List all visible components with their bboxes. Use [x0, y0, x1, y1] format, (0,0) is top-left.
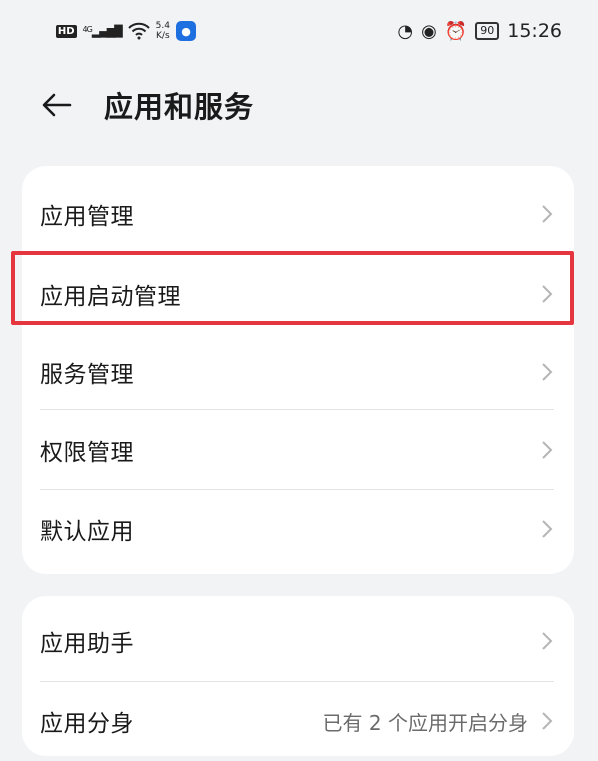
settings-group-assist: 应用助手 应用分身 已有 2 个应用开启分身: [22, 596, 574, 756]
wifi-icon: [127, 22, 150, 40]
back-arrow-icon[interactable]: [40, 88, 74, 122]
settings-group-apps: 应用管理 应用启动管理 服务管理 权限管理 默认应用: [22, 166, 574, 574]
highlight-box: [11, 251, 574, 325]
status-bar: HD 4G▂▄▆█ 5.4 K/s ● ◔ ◉ ⏰ 90 15:26: [55, 18, 562, 44]
status-left-icons: HD 4G▂▄▆█ 5.4 K/s ●: [55, 18, 196, 44]
app-notification-icon: ●: [176, 21, 196, 41]
menu-item-right: 已有 2 个应用开启分身: [323, 707, 554, 736]
menu-item-label: 应用助手: [40, 631, 134, 657]
chevron-right-icon: [542, 520, 553, 538]
menu-item-label: 应用管理: [40, 204, 134, 230]
status-right-icons: ◔ ◉ ⏰ 90 15:26: [397, 18, 562, 44]
menu-item-app-assistant[interactable]: 应用助手: [40, 601, 554, 681]
speed-value: 5.4: [155, 21, 170, 31]
menu-item-label: 应用分身: [40, 711, 134, 737]
network-speed: 5.4 K/s: [156, 21, 170, 41]
cellular-signal-icon: 4G▂▄▆█: [82, 24, 123, 38]
chevron-right-icon: [542, 205, 553, 223]
chevron-right-icon: [542, 632, 553, 650]
alarm-icon: ⏰: [444, 20, 468, 42]
menu-item-service-management[interactable]: 服务管理: [40, 332, 554, 412]
menu-item-label: 权限管理: [40, 440, 134, 466]
battery-level: 90: [480, 24, 495, 37]
chevron-right-icon: [542, 712, 553, 730]
speed-unit: K/s: [156, 31, 170, 41]
menu-item-default-apps[interactable]: 默认应用: [40, 489, 554, 569]
network-type: 4G: [82, 24, 93, 34]
app-twin-status: 已有 2 个应用开启分身: [322, 710, 528, 735]
nfc-icon: ◔: [397, 20, 414, 42]
clock-time: 15:26: [507, 20, 562, 42]
menu-item-label: 默认应用: [40, 519, 134, 545]
page-header: 应用和服务: [40, 84, 254, 126]
chevron-right-icon: [542, 441, 553, 459]
hd-badge: HD: [55, 24, 77, 38]
eye-comfort-icon: ◉: [421, 20, 437, 42]
menu-item-label: 服务管理: [40, 362, 134, 388]
menu-item-app-management[interactable]: 应用管理: [40, 174, 554, 254]
battery-icon: 90: [475, 22, 500, 40]
page-title: 应用和服务: [104, 90, 255, 124]
chevron-right-icon: [542, 363, 553, 381]
menu-item-app-twin[interactable]: 应用分身 已有 2 个应用开启分身: [40, 681, 554, 761]
menu-item-permission-management[interactable]: 权限管理: [40, 410, 554, 490]
